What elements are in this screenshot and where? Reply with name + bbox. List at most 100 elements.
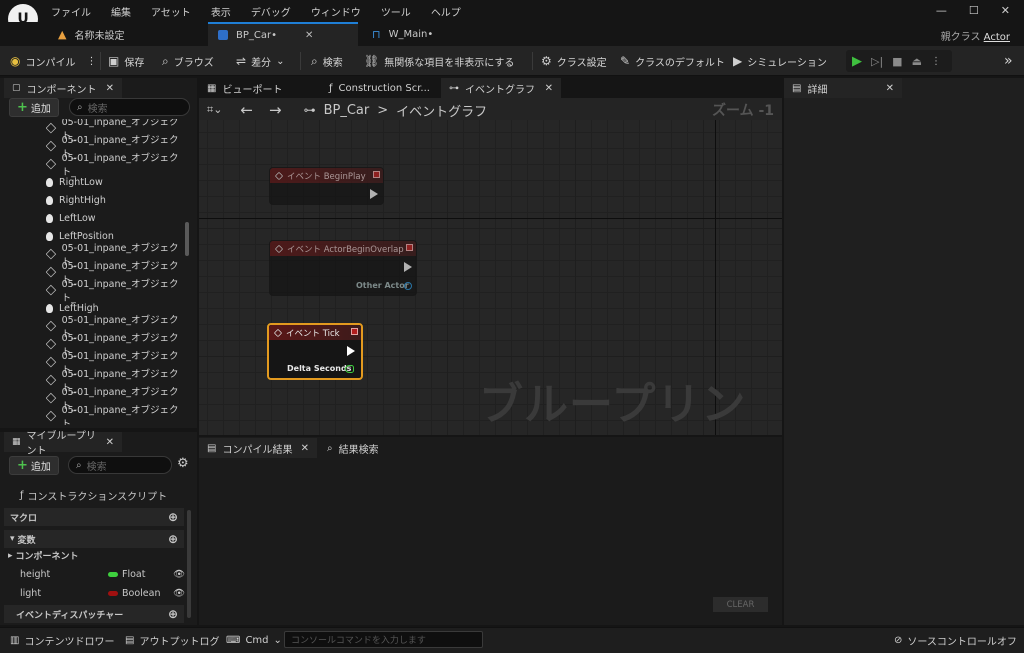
my-blueprint-scrollbar[interactable] xyxy=(187,510,191,618)
menu-view[interactable]: 表示 xyxy=(211,4,231,19)
simulation-button[interactable]: ▶ シミュレーション xyxy=(733,46,827,76)
component-tree-item[interactable]: LeftLow xyxy=(46,209,186,227)
source-control-button[interactable]: ⊘ ソースコントロールオフ xyxy=(894,627,1017,653)
float-pin-icon[interactable] xyxy=(345,365,354,373)
construction-script-tab[interactable]: ƒ Construction Scr... xyxy=(321,78,439,98)
variable-row-light[interactable]: light Boolean 👁 xyxy=(20,585,185,601)
back-arrow-icon[interactable]: ← xyxy=(240,101,253,119)
add-member-button[interactable]: + 追加 xyxy=(9,456,59,475)
close-tab-icon[interactable]: ✕ xyxy=(106,83,114,94)
diff-icon: ⇌ xyxy=(236,54,247,68)
delegate-pin-icon[interactable] xyxy=(373,171,380,178)
event-graph-canvas[interactable]: イベント BeginPlay イベント ActorBeginOverlap Ot… xyxy=(199,120,782,435)
delegate-pin-icon[interactable] xyxy=(351,328,358,335)
macros-section[interactable]: マクロ ⊕ xyxy=(4,508,184,526)
compiler-results-tab[interactable]: ▤ コンパイル結果 ✕ xyxy=(199,438,317,458)
close-tab-icon[interactable]: ✕ xyxy=(106,437,114,448)
output-log-button[interactable]: ▤ アウトプットログ xyxy=(125,627,219,653)
eye-icon[interactable]: 👁 xyxy=(173,588,185,599)
class-defaults-button[interactable]: ✎ クラスのデフォルト xyxy=(620,46,725,76)
play-options-icon[interactable]: ⋮ xyxy=(931,56,941,67)
minimize-icon[interactable]: — xyxy=(936,4,947,17)
component-tree-item[interactable]: 05-01_inpane_オブジェクト_ xyxy=(46,279,186,304)
console-command-input[interactable]: コンソールコマンドを入力します xyxy=(284,631,483,648)
variable-row-height[interactable]: height Float 👁 xyxy=(20,566,185,582)
toolbar-overflow-icon[interactable]: » xyxy=(1004,46,1013,76)
menu-window[interactable]: ウィンドウ xyxy=(311,4,361,19)
my-blueprint-tab[interactable]: ▦ マイブループリント ✕ xyxy=(4,431,122,457)
play-icon[interactable]: ▶ xyxy=(852,54,862,69)
viewport-tab-label: ビューポート xyxy=(222,84,283,96)
simulation-label: シミュレーション xyxy=(747,57,827,69)
save-button[interactable]: ▣ 保存 xyxy=(108,46,144,76)
close-icon[interactable]: ✕ xyxy=(1001,4,1010,17)
class-settings-button[interactable]: ⚙ クラス設定 xyxy=(541,46,607,76)
browse-button[interactable]: ⌕ ブラウズ xyxy=(162,46,214,76)
event-node-beginplay[interactable]: イベント BeginPlay xyxy=(269,167,384,205)
diff-button[interactable]: ⇌ 差分 ⌄ xyxy=(236,46,284,76)
add-component-button[interactable]: + 追加 xyxy=(9,98,59,117)
component-tree-item[interactable]: 05-01_inpane_オブジェクト_ xyxy=(46,153,186,178)
blueprint-watermark: ブループリント xyxy=(479,379,747,430)
components-scrollbar[interactable] xyxy=(185,222,189,256)
menu-tools[interactable]: ツール xyxy=(381,4,411,19)
menu-file[interactable]: ファイル xyxy=(51,4,91,19)
compile-button[interactable]: ◉ コンパイル ⋮ xyxy=(10,46,96,76)
event-node-actor-begin-overlap[interactable]: イベント ActorBeginOverlap Other Actor xyxy=(269,240,417,296)
hide-unrelated-button[interactable]: ⛓ 無関係な項目を非表示にする xyxy=(364,46,514,76)
details-tab[interactable]: ▤ 詳細 ✕ xyxy=(784,78,902,98)
event-node-tick[interactable]: イベント Tick Delta Seconds xyxy=(267,323,363,380)
viewport-tab[interactable]: ▦ ビューポート xyxy=(199,78,319,98)
components-category[interactable]: ▸ コンポーネント xyxy=(8,549,79,563)
exec-out-pin[interactable] xyxy=(404,262,412,272)
maximize-icon[interactable]: ☐ xyxy=(969,4,979,17)
compile-label: コンパイル xyxy=(25,57,76,69)
components-search-input[interactable]: ⌕ 検索 xyxy=(69,98,190,116)
forward-arrow-icon[interactable]: → xyxy=(269,101,282,119)
event-graph-tab[interactable]: ⊶ イベントグラフ ✕ xyxy=(441,78,561,98)
stop-icon[interactable]: ■ xyxy=(892,55,902,68)
eject-icon[interactable]: ⏏ xyxy=(912,55,922,68)
close-tab-icon[interactable]: ✕ xyxy=(305,30,313,41)
variables-section[interactable]: ▾ 変数 ⊕ xyxy=(4,530,184,548)
add-dispatcher-icon[interactable]: ⊕ xyxy=(168,607,178,621)
menu-help[interactable]: ヘルプ xyxy=(431,4,461,19)
cmd-dropdown[interactable]: ⌨ Cmd ⌄ xyxy=(226,627,282,653)
exec-out-pin[interactable] xyxy=(347,346,355,356)
doc-tab-level[interactable]: ▲ 名称未設定 xyxy=(48,22,208,46)
add-macro-icon[interactable]: ⊕ xyxy=(168,510,178,524)
breadcrumb-root[interactable]: BP_Car xyxy=(324,103,370,118)
find-button[interactable]: ⌕ 検索 xyxy=(311,46,343,76)
eye-icon[interactable]: 👁 xyxy=(173,569,185,580)
settings-gear-icon[interactable]: ⚙ xyxy=(177,456,189,471)
components-tab[interactable]: ▢ コンポーネント ✕ xyxy=(4,78,122,98)
parent-class-link[interactable]: Actor xyxy=(984,32,1010,43)
construction-script-item[interactable]: ƒ コンストラクションスクリプト xyxy=(20,488,167,503)
delegate-pin-icon[interactable] xyxy=(406,244,413,251)
bookmark-icon[interactable]: ⌗⌄ xyxy=(207,103,222,117)
menu-debug[interactable]: デバッグ xyxy=(251,4,291,19)
content-drawer-button[interactable]: ▥ コンテンツドロワー xyxy=(10,627,114,653)
close-tab-icon[interactable]: ✕ xyxy=(886,83,894,94)
add-variable-icon[interactable]: ⊕ xyxy=(168,532,178,546)
more-options-icon[interactable]: ⋮ xyxy=(86,56,96,67)
close-tab-icon[interactable]: ✕ xyxy=(301,443,309,454)
step-icon[interactable]: ▷| xyxy=(871,55,883,68)
component-tree-item[interactable]: RightHigh xyxy=(46,191,186,209)
my-blueprint-search-input[interactable]: ⌕ 検索 xyxy=(68,456,172,474)
doc-tab-bp-car[interactable]: BP_Car• ✕ xyxy=(208,22,358,46)
chevron-down-icon: ⌄ xyxy=(273,634,282,646)
clear-button[interactable]: CLEAR xyxy=(713,597,768,612)
components-tab-label: コンポーネント xyxy=(26,84,97,96)
component-tree-item[interactable]: 05-01_inpane_オブジェクト_ xyxy=(46,405,186,425)
event-dispatchers-section[interactable]: イベントディスパッチャー ⊕ xyxy=(4,605,184,623)
menu-asset[interactable]: アセット xyxy=(151,4,191,19)
find-results-tab[interactable]: ⌕ 結果検索 xyxy=(319,438,419,458)
exec-out-pin[interactable] xyxy=(370,189,378,199)
doc-tab-label: 名称未設定 xyxy=(74,30,125,42)
doc-tab-w-main[interactable]: ⊓ W_Main• xyxy=(362,22,502,46)
menu-edit[interactable]: 編集 xyxy=(111,4,131,19)
object-pin-icon[interactable] xyxy=(404,282,412,290)
light-icon xyxy=(46,213,53,223)
close-tab-icon[interactable]: ✕ xyxy=(545,83,553,94)
